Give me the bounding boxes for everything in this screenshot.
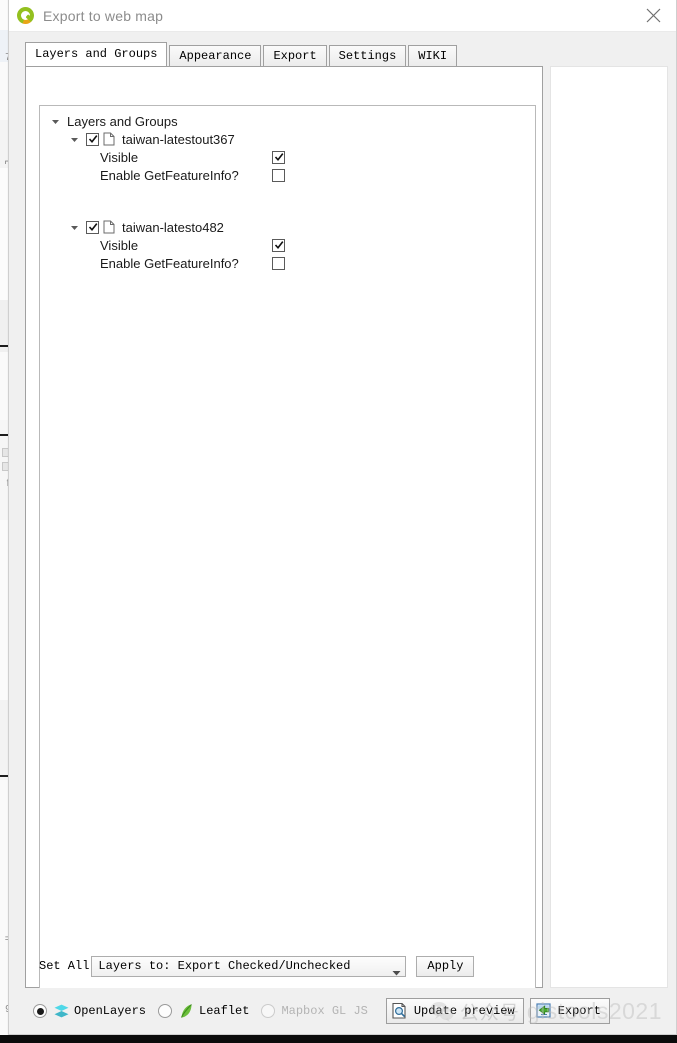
radio-openlayers[interactable]: OpenLayers: [33, 1003, 146, 1019]
apply-button[interactable]: Apply: [416, 955, 475, 977]
dialog-title: Export to web map: [43, 7, 164, 24]
property-label: Visible: [100, 149, 139, 165]
tab-bar: Layers and Groups Appearance Export Sett…: [25, 42, 545, 66]
tree-row-property[interactable]: Visible: [40, 148, 535, 166]
layer-name-label: taiwan-latestout367: [122, 131, 235, 147]
radio-mapbox-gl-js[interactable]: Mapbox GL JS: [261, 1004, 368, 1018]
radio-button-mapbox-gl-js: [261, 1004, 276, 1018]
tree-row-layer[interactable]: taiwan-latesto482: [40, 218, 535, 236]
tree-row-property[interactable]: Enable GetFeatureInfo?: [40, 254, 535, 272]
document-icon: [103, 220, 116, 235]
preview-magnifier-icon: [391, 1002, 410, 1020]
tab-settings[interactable]: Settings: [328, 45, 407, 66]
set-all-combobox[interactable]: Layers to: Export Checked/Unchecked: [91, 955, 407, 977]
radio-button-openlayers[interactable]: [33, 1004, 47, 1018]
tree-row-property[interactable]: Enable GetFeatureInfo?: [40, 166, 535, 184]
visible-checkbox[interactable]: [272, 150, 285, 164]
tab-wiki[interactable]: WIKI: [408, 45, 458, 66]
radio-leaflet[interactable]: Leaflet: [158, 1003, 249, 1019]
chevron-down-icon[interactable]: [392, 963, 401, 976]
chevron-down-icon[interactable]: [68, 133, 81, 146]
tree-row-layer[interactable]: taiwan-latestout367: [40, 130, 535, 148]
qgis-logo-icon: [17, 7, 34, 24]
tab-layers-and-groups[interactable]: Layers and Groups: [25, 42, 168, 66]
bottom-toolbar: OpenLayers Leaflet Mapbox GL JS Update p…: [9, 988, 676, 1034]
tab-appearance[interactable]: Appearance: [169, 45, 262, 66]
radio-label-openlayers: OpenLayers: [74, 1004, 147, 1018]
update-preview-button[interactable]: Update preview: [385, 998, 524, 1024]
radio-label-mapbox-gl-js: Mapbox GL JS: [281, 1004, 368, 1018]
export-to-web-map-dialog: Export to web map Layers and Groups Appe…: [8, 0, 677, 1035]
property-label: Enable GetFeatureInfo?: [100, 167, 239, 183]
dialog-body: Layers and Groups Appearance Export Sett…: [9, 32, 676, 1034]
set-all-row: Set All Layers to: Export Checked/Unchec…: [39, 955, 475, 977]
tree-row-property[interactable]: Visible: [40, 236, 535, 254]
visible-checkbox[interactable]: [272, 238, 285, 252]
layers-and-groups-panel: Layers and Groups taiwan-latestout367 Vi…: [25, 66, 543, 991]
export-arrow-icon: [535, 1002, 554, 1020]
tab-export[interactable]: Export: [263, 45, 327, 66]
layer-name-label: taiwan-latesto482: [122, 219, 224, 235]
export-label: Export: [557, 1004, 601, 1018]
chevron-down-icon[interactable]: [49, 115, 62, 128]
update-preview-label: Update preview: [413, 1004, 515, 1018]
export-button[interactable]: Export: [529, 998, 610, 1024]
leaflet-icon: [178, 1003, 195, 1019]
property-label: Visible: [100, 237, 139, 253]
screen-bottom-edge: [0, 1035, 677, 1043]
property-label: Enable GetFeatureInfo?: [100, 255, 239, 271]
set-all-combobox-value: Layers to: Export Checked/Unchecked: [98, 959, 351, 973]
openlayers-icon: [53, 1003, 70, 1019]
radio-label-leaflet: Leaflet: [199, 1004, 250, 1018]
set-all-label: Set All: [39, 959, 90, 973]
document-icon: [103, 132, 116, 147]
tree-gap: [40, 184, 535, 218]
layers-tree-view[interactable]: Layers and Groups taiwan-latestout367 Vi…: [39, 105, 536, 991]
map-preview-panel: [550, 66, 668, 988]
chevron-down-icon[interactable]: [68, 221, 81, 234]
close-icon[interactable]: [630, 0, 676, 31]
screenshot-root: 7 ⌐ f = 9 音 Export to web map: [0, 0, 677, 1043]
radio-button-leaflet[interactable]: [158, 1004, 173, 1018]
layer-export-checkbox[interactable]: [86, 132, 99, 146]
getfeatureinfo-checkbox[interactable]: [272, 256, 285, 270]
tree-row-root[interactable]: Layers and Groups: [40, 112, 535, 130]
getfeatureinfo-checkbox[interactable]: [272, 168, 285, 182]
dialog-titlebar: Export to web map: [9, 0, 676, 32]
tree-root-label: Layers and Groups: [67, 113, 178, 129]
layer-export-checkbox[interactable]: [86, 220, 99, 234]
